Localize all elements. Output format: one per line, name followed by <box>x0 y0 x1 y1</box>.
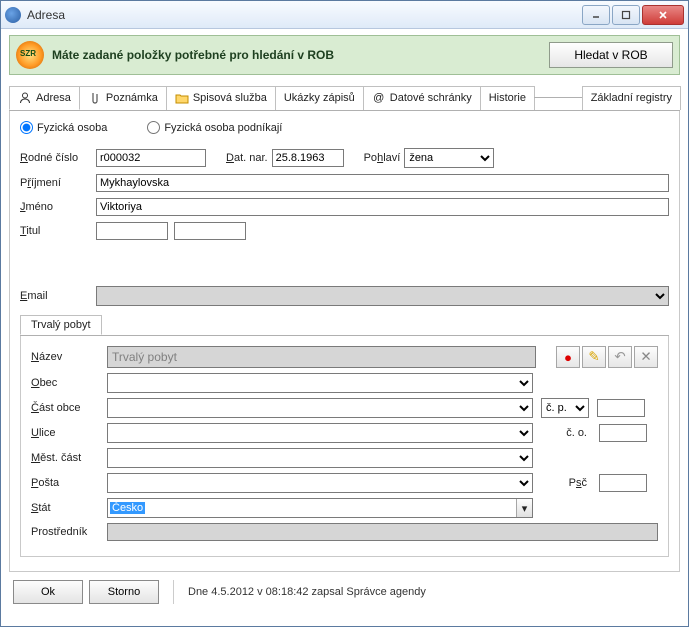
tab-ukazky[interactable]: Ukázky zápisů <box>275 86 364 110</box>
subtab-trvaly[interactable]: Trvalý pobyt <box>20 315 102 335</box>
posta-label: Pošta <box>31 477 107 489</box>
email-label: Email <box>20 290 96 302</box>
prijmeni-input[interactable] <box>96 174 669 192</box>
ulice-select[interactable] <box>107 423 533 443</box>
ok-button[interactable]: Ok <box>13 580 83 604</box>
rodne-label: Rodné číslo <box>20 152 96 164</box>
cp-input[interactable] <box>597 399 645 417</box>
at-icon: @ <box>372 91 386 105</box>
address-tool-buttons: ● ✎ ↶ ✕ <box>556 346 658 368</box>
status-text: Dne 4.5.2012 v 08:18:42 zapsal Správce a… <box>188 586 426 598</box>
person-type-radios: Fyzická osoba Fyzická osoba podníkají <box>20 121 669 134</box>
ulice-label: Ulice <box>31 427 107 439</box>
tab-label: Spisová služba <box>193 92 267 104</box>
cast-label: Část obce <box>31 402 107 414</box>
stat-value: Česko <box>110 502 145 514</box>
nazev-label: Název <box>31 351 107 363</box>
tab-historie[interactable]: Historie <box>480 86 535 110</box>
mest-label: Měst. část <box>31 452 107 464</box>
jmeno-label: Jméno <box>20 201 96 213</box>
pohlavi-select[interactable]: žena <box>404 148 494 168</box>
posta-select[interactable] <box>107 473 533 493</box>
rob-banner: Máte zadané položky potřebné pro hledání… <box>9 35 680 75</box>
minimize-button[interactable] <box>582 5 610 25</box>
undo-button[interactable]: ↶ <box>608 346 632 368</box>
email-select[interactable] <box>96 286 669 306</box>
rodne-cislo-input[interactable] <box>96 149 206 167</box>
window: Adresa Máte zadané položky potřebné pro … <box>0 0 689 627</box>
prijmeni-label: Příjmení <box>20 177 96 189</box>
co-input[interactable] <box>599 424 647 442</box>
divider <box>173 580 174 604</box>
cast-obce-select[interactable] <box>107 398 533 418</box>
co-label: č. o. <box>547 427 587 439</box>
app-icon <box>5 7 21 23</box>
undo-icon: ↶ <box>614 349 625 365</box>
tab-registry[interactable]: Základní registry <box>582 86 681 110</box>
person-icon <box>18 91 32 105</box>
delete-button[interactable]: ✕ <box>634 346 658 368</box>
tab-poznamka[interactable]: Poznámka <box>79 86 167 110</box>
chevron-down-icon: ▾ <box>516 499 532 517</box>
tab-label: Adresa <box>36 92 71 104</box>
radio-label: Fyzická osoba podníkají <box>164 122 282 134</box>
tab-label: Poznámka <box>106 92 158 104</box>
szr-icon <box>16 41 44 69</box>
address-panel: Název Trvalý pobyt ● ✎ ↶ ✕ Obec Část obc… <box>20 336 669 557</box>
tab-label: Datové schránky <box>390 92 472 104</box>
folder-icon <box>175 91 189 105</box>
x-icon: ✕ <box>640 349 651 365</box>
main-tabs: Adresa Poznámka Spisová služba Ukázky zá… <box>9 85 680 111</box>
psc-label: Psč <box>547 477 587 489</box>
clip-icon <box>88 91 102 105</box>
obec-label: Obec <box>31 377 107 389</box>
pencil-icon: ✎ <box>588 349 599 365</box>
radio-podnikaji[interactable]: Fyzická osoba podníkají <box>147 121 282 134</box>
storno-button[interactable]: Storno <box>89 580 159 604</box>
pohlavi-label: Pohlaví <box>364 152 401 164</box>
psc-input[interactable] <box>599 474 647 492</box>
maximize-button[interactable] <box>612 5 640 25</box>
record-icon: ● <box>564 350 572 365</box>
client-area: Máte zadané položky potřebné pro hledání… <box>1 29 688 626</box>
tab-adresa[interactable]: Adresa <box>9 86 80 110</box>
window-title: Adresa <box>27 8 65 22</box>
obec-select[interactable] <box>107 373 533 393</box>
titlebar: Adresa <box>1 1 688 29</box>
dat-nar-input[interactable] <box>272 149 344 167</box>
jmeno-input[interactable] <box>96 198 669 216</box>
search-rob-button[interactable]: Hledat v ROB <box>549 42 673 68</box>
tab-spisova[interactable]: Spisová služba <box>166 86 276 110</box>
footer: Ok Storno Dne 4.5.2012 v 08:18:42 zapsal… <box>9 572 680 608</box>
close-button[interactable] <box>642 5 684 25</box>
datnar-label: Dat. nar. <box>226 152 268 164</box>
radio-podnikaji-input[interactable] <box>147 121 160 134</box>
prostrednik-label: Prostředník <box>31 526 107 538</box>
radio-fyzicka[interactable]: Fyzická osoba <box>20 121 107 134</box>
mest-cast-select[interactable] <box>107 448 533 468</box>
banner-message: Máte zadané položky potřebné pro hledání… <box>52 48 549 62</box>
tab-label: Ukázky zápisů <box>284 92 355 104</box>
subtab-label: Trvalý pobyt <box>31 319 91 331</box>
stat-select[interactable]: Česko ▾ <box>107 498 533 518</box>
tab-label: Základní registry <box>591 92 672 104</box>
stat-label: Stát <box>31 502 107 514</box>
tab-datove[interactable]: @ Datové schránky <box>363 86 481 110</box>
tab-label: Historie <box>489 92 526 104</box>
nazev-display: Trvalý pobyt <box>107 346 536 368</box>
form-panel: Fyzická osoba Fyzická osoba podníkají Ro… <box>9 111 680 572</box>
titul-label: Titul <box>20 225 96 237</box>
edit-button[interactable]: ✎ <box>582 346 606 368</box>
record-button[interactable]: ● <box>556 346 580 368</box>
radio-fyzicka-input[interactable] <box>20 121 33 134</box>
titul-after-input[interactable] <box>174 222 246 240</box>
titul-before-input[interactable] <box>96 222 168 240</box>
cp-select[interactable]: č. p. <box>541 398 589 418</box>
prostrednik-input[interactable] <box>107 523 658 541</box>
radio-label: Fyzická osoba <box>37 122 107 134</box>
address-subtabs: Trvalý pobyt <box>20 312 669 336</box>
